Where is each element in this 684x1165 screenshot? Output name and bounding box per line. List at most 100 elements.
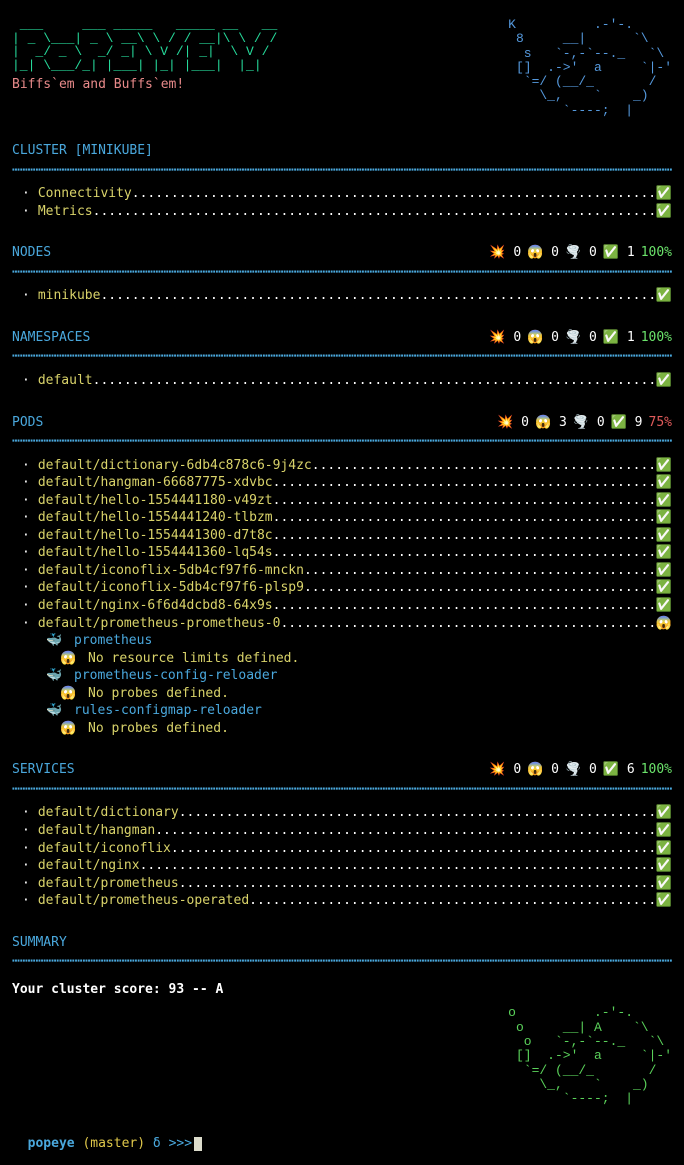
whale-icon: 🐳 bbox=[46, 633, 62, 648]
divider: ┅┅┅┅┅┅┅┅┅┅┅┅┅┅┅┅┅┅┅┅┅┅┅┅┅┅┅┅┅┅┅┅┅┅┅┅┅┅┅┅… bbox=[12, 781, 672, 799]
item-name: default/hangman-66687775-xdvbc bbox=[38, 474, 273, 492]
prompt-dir: popeye bbox=[28, 1136, 75, 1151]
bullet: · bbox=[12, 457, 38, 475]
item-name: default/hello-1554441180-v49zt bbox=[38, 492, 273, 510]
item-name: Connectivity bbox=[38, 185, 132, 203]
bullet: · bbox=[12, 287, 38, 305]
section-stats: 💥 0 😱 0 🌪️ 0 ✅ 1 100% bbox=[489, 244, 672, 262]
shell-prompt[interactable]: popeye (master) δ >>> bbox=[12, 1118, 672, 1153]
item-name: default/hello-1554441300-d7t8c bbox=[38, 527, 273, 545]
list-item: · default/hangman ......................… bbox=[12, 822, 672, 840]
prompt-delta: δ bbox=[153, 1136, 161, 1151]
item-name: default/prometheus-operated bbox=[38, 892, 249, 910]
list-item: · default/iconoflix-5db4cf97f6-plsp9 ...… bbox=[12, 579, 672, 597]
cursor bbox=[194, 1137, 202, 1151]
item-status: ✅ bbox=[654, 185, 672, 203]
item-name: default/hangman bbox=[38, 822, 155, 840]
dots: ........................................… bbox=[249, 892, 654, 910]
item-status: ✅ bbox=[654, 474, 672, 492]
dots: ........................................… bbox=[273, 544, 654, 562]
item-status: ✅ bbox=[654, 822, 672, 840]
bullet: · bbox=[12, 185, 38, 203]
bullet: · bbox=[12, 579, 38, 597]
list-item: · Metrics ..............................… bbox=[12, 203, 672, 221]
item-name: Metrics bbox=[38, 203, 93, 221]
bullet: · bbox=[12, 509, 38, 527]
item-status: ✅ bbox=[654, 509, 672, 527]
dots: ........................................… bbox=[179, 804, 654, 822]
item-name: default/prometheus bbox=[38, 875, 179, 893]
dots: ........................................… bbox=[140, 857, 654, 875]
divider: ┅┅┅┅┅┅┅┅┅┅┅┅┅┅┅┅┅┅┅┅┅┅┅┅┅┅┅┅┅┅┅┅┅┅┅┅┅┅┅┅… bbox=[12, 162, 672, 180]
dots: ........................................… bbox=[179, 875, 654, 893]
item-name: default/prometheus-prometheus-0 bbox=[38, 615, 281, 633]
prompt-arrows: >>> bbox=[169, 1136, 192, 1151]
bullet: · bbox=[12, 527, 38, 545]
list-item: · default/iconoflix-5db4cf97f6-mnckn ...… bbox=[12, 562, 672, 580]
dots: ........................................… bbox=[273, 492, 654, 510]
list-nodes: · minikube .............................… bbox=[12, 287, 672, 305]
k8s-ascii-art: K .-'-. 8 __| `\ s `-,-`--._ `\ [] .->' … bbox=[430, 18, 672, 118]
dots: ........................................… bbox=[304, 562, 654, 580]
item-status: ✅ bbox=[654, 562, 672, 580]
section-cluster: CLUSTER [MINIKUBE] ┅┅┅┅┅┅┅┅┅┅┅┅┅┅┅┅┅┅┅┅┅… bbox=[12, 142, 672, 220]
section-namespaces: NAMESPACES 💥 0 😱 0 🌪️ 0 ✅ 1 100% ┅┅┅┅┅┅┅… bbox=[12, 329, 672, 390]
item-name: default/iconoflix-5db4cf97f6-mnckn bbox=[38, 562, 304, 580]
bullet: · bbox=[12, 203, 38, 221]
list-item: · Connectivity .........................… bbox=[12, 185, 672, 203]
item-name: default/iconoflix-5db4cf97f6-plsp9 bbox=[38, 579, 304, 597]
grade-ascii: o .-'-. o __| A `\ o `-,-`--._ `\ [] .->… bbox=[259, 1006, 672, 1106]
prompt-branch: (master) bbox=[82, 1136, 145, 1151]
k8s-ascii: K .-'-. 8 __| `\ s `-,-`--._ `\ [] .->' … bbox=[430, 18, 672, 118]
whale-icon: 🐳 bbox=[46, 668, 62, 683]
heading-summary: SUMMARY bbox=[12, 934, 67, 952]
bullet: · bbox=[12, 372, 38, 390]
dots: ........................................… bbox=[171, 840, 654, 858]
shock-icon: 😱 bbox=[60, 721, 76, 736]
bullet: · bbox=[12, 892, 38, 910]
list-namespaces: · default ..............................… bbox=[12, 372, 672, 390]
section-pods: PODS 💥 0 😱 3 🌪️ 0 ✅ 9 75% ┅┅┅┅┅┅┅┅┅┅┅┅┅┅… bbox=[12, 414, 672, 738]
dots: ........................................… bbox=[100, 287, 653, 305]
warning-line: 😱 No probes defined. bbox=[12, 685, 672, 703]
item-name: default/hello-1554441360-lq54s bbox=[38, 544, 273, 562]
list-item: · default/hello-1554441300-d7t8c .......… bbox=[12, 527, 672, 545]
item-status: ✅ bbox=[654, 597, 672, 615]
item-status: ✅ bbox=[654, 892, 672, 910]
heading-nodes: NODES bbox=[12, 244, 51, 262]
bullet: · bbox=[12, 840, 38, 858]
list-item: · default/dictionary-6db4c878c6-9j4zc ..… bbox=[12, 457, 672, 475]
list-item: · default/hello-1554441180-v49zt .......… bbox=[12, 492, 672, 510]
whale-icon: 🐳 bbox=[46, 703, 62, 718]
list-item: · default/prometheus-operated ..........… bbox=[12, 892, 672, 910]
section-services: SERVICES 💥 0 😱 0 🌪️ 0 ✅ 6 100% ┅┅┅┅┅┅┅┅┅… bbox=[12, 761, 672, 909]
list-cluster: · Connectivity .........................… bbox=[12, 185, 672, 220]
list-item: · default/hangman-66687775-xdvbc .......… bbox=[12, 474, 672, 492]
bullet: · bbox=[12, 597, 38, 615]
section-stats: 💥 0 😱 3 🌪️ 0 ✅ 9 75% bbox=[497, 414, 672, 432]
warning-line: 😱 No resource limits defined. bbox=[12, 650, 672, 668]
dots: ........................................… bbox=[273, 597, 654, 615]
item-name: minikube bbox=[38, 287, 101, 305]
bullet: · bbox=[12, 492, 38, 510]
list-item: · minikube .............................… bbox=[12, 287, 672, 305]
bullet: · bbox=[12, 562, 38, 580]
dots: ........................................… bbox=[155, 822, 654, 840]
item-status: 😱 bbox=[654, 615, 672, 633]
list-item: · default ..............................… bbox=[12, 372, 672, 390]
item-name: default/hello-1554441240-tlbzm bbox=[38, 509, 273, 527]
item-status: ✅ bbox=[654, 457, 672, 475]
dots: ........................................… bbox=[280, 615, 653, 633]
item-status: ✅ bbox=[654, 875, 672, 893]
dots: ........................................… bbox=[312, 457, 654, 475]
bullet: · bbox=[12, 804, 38, 822]
summary-score: Your cluster score: 93 -- A bbox=[12, 981, 672, 999]
divider: ┅┅┅┅┅┅┅┅┅┅┅┅┅┅┅┅┅┅┅┅┅┅┅┅┅┅┅┅┅┅┅┅┅┅┅┅┅┅┅┅… bbox=[12, 953, 672, 971]
heading-services: SERVICES bbox=[12, 761, 75, 779]
item-status: ✅ bbox=[654, 840, 672, 858]
item-status: ✅ bbox=[654, 527, 672, 545]
item-status: ✅ bbox=[654, 492, 672, 510]
bullet: · bbox=[12, 544, 38, 562]
divider: ┅┅┅┅┅┅┅┅┅┅┅┅┅┅┅┅┅┅┅┅┅┅┅┅┅┅┅┅┅┅┅┅┅┅┅┅┅┅┅┅… bbox=[12, 433, 672, 451]
item-status: ✅ bbox=[654, 372, 672, 390]
